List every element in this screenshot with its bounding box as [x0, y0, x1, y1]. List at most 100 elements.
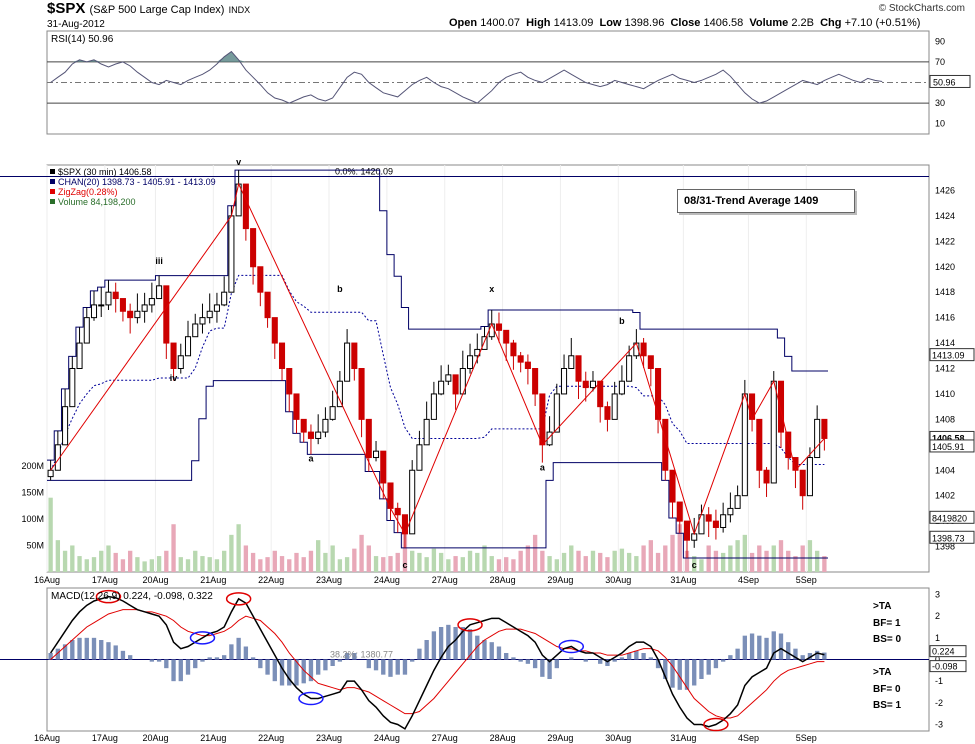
macd-histogram-bar: [692, 659, 697, 686]
candle-body: [76, 342, 83, 369]
trend-average-annotation: 08/31-Trend Average 1409: [677, 189, 855, 213]
candle-body: [495, 323, 502, 331]
volume-bar: [626, 552, 632, 572]
x-axis-label-bottom: 17Aug: [92, 733, 118, 743]
volume-bar: [742, 534, 748, 572]
price-legend-item: Volume 84,198,200: [58, 197, 136, 207]
price-value-label: 8419820: [932, 513, 967, 523]
macd-histogram-bar: [250, 657, 256, 660]
candle-body: [777, 380, 785, 433]
x-axis-label: 16Aug: [34, 575, 60, 585]
candle-body: [452, 374, 459, 395]
volume-bar: [605, 557, 610, 572]
macd-histogram-bar: [532, 659, 538, 669]
macd-histogram-bar: [410, 659, 415, 662]
candle-body: [62, 406, 69, 446]
candle-body: [119, 298, 126, 312]
x-axis-label: 20Aug: [142, 575, 168, 585]
wave-label: c: [692, 560, 697, 570]
candle-body: [611, 393, 618, 420]
volume-bar: [308, 550, 314, 572]
wave-label: c: [402, 560, 407, 570]
macd-histogram-bar: [749, 633, 755, 660]
volume-bar: [431, 548, 437, 572]
wave-label: v: [236, 157, 241, 167]
macd-histogram-bar: [316, 659, 321, 675]
price-tick-label: 1416: [935, 313, 955, 323]
volume-bar: [77, 556, 82, 572]
volume-bar: [352, 548, 357, 572]
volume-bar: [655, 552, 661, 572]
rsi-legend: RSI(14) 50.96: [51, 34, 114, 45]
macd-histogram-bar: [91, 637, 97, 660]
x-axis-label-bottom: 5Sep: [796, 733, 817, 743]
price-tick-label: 1404: [935, 465, 955, 475]
volume-bar: [504, 557, 509, 572]
volume-bar: [388, 556, 393, 572]
macd-histogram-bar: [648, 657, 653, 660]
macd-histogram-bar: [764, 637, 769, 660]
ta-bs-2: BS= 1: [873, 700, 902, 711]
volume-bar: [532, 534, 538, 572]
volume-bar: [70, 545, 75, 572]
x-axis-label-bottom: 28Aug: [490, 733, 516, 743]
macd-histogram-bar: [431, 631, 437, 660]
candle-body: [734, 495, 741, 509]
candle-body: [553, 393, 560, 433]
macd-histogram-bar: [366, 659, 371, 669]
volume-bar: [207, 557, 212, 572]
candle-body: [228, 215, 235, 293]
volume-bar: [424, 557, 429, 572]
volume-bar: [301, 557, 306, 572]
candle-body: [770, 380, 777, 484]
wave-label: x: [489, 284, 494, 294]
volume-bar: [222, 550, 227, 572]
price-tick-label: 1414: [935, 338, 955, 348]
volume-tick-label: 200M: [21, 461, 44, 471]
candle-body: [582, 380, 589, 389]
candle-body: [365, 418, 372, 459]
price-legend-item: CHAN(20) 1398.73 - 1405.91 - 1413.09: [58, 177, 216, 187]
volume-bar: [185, 559, 191, 572]
x-axis-label-bottom: 29Aug: [547, 733, 573, 743]
price-tick-label: 1418: [935, 287, 955, 297]
macd-histogram-bar: [713, 659, 719, 669]
macd-histogram-bar: [113, 645, 118, 660]
macd-histogram-bar: [453, 627, 458, 660]
x-axis-label: 24Aug: [374, 575, 400, 585]
macd-histogram-bar: [583, 659, 588, 662]
rsi-tick-label: 10: [935, 119, 945, 129]
candle-body: [727, 507, 734, 516]
candle-body: [821, 418, 828, 439]
candle-body: [278, 342, 286, 369]
candle-body: [329, 406, 336, 420]
candle-body: [286, 368, 293, 395]
macd-histogram-bar: [373, 659, 379, 671]
legend-swatch: [50, 199, 55, 204]
price-value-label: 1413.09: [932, 351, 965, 361]
volume-bar: [453, 556, 458, 572]
candle-body: [192, 323, 199, 338]
candle-body: [814, 418, 821, 459]
volume-bar: [482, 545, 487, 572]
volume-bar: [149, 559, 155, 572]
volume-bar: [728, 545, 733, 572]
macd-histogram-bar: [800, 655, 805, 660]
candle-body: [322, 418, 329, 433]
price-tick-label: 1426: [935, 185, 955, 195]
macd-histogram-bar: [496, 646, 502, 660]
volume-bar: [583, 556, 588, 572]
price-tick-label: 1420: [935, 262, 955, 272]
volume-bar: [467, 550, 473, 572]
x-axis-label: 21Aug: [200, 575, 226, 585]
volume-bar: [778, 540, 784, 572]
candle-body: [394, 507, 401, 516]
volume-bar: [164, 550, 169, 572]
x-axis-label: 4Sep: [738, 575, 759, 585]
wave-label: b: [337, 284, 343, 294]
candle-body: [127, 310, 134, 319]
macd-histogram-bar: [171, 659, 176, 682]
wave-label: b: [619, 316, 625, 326]
candle-body: [575, 355, 582, 382]
volume-bar: [540, 550, 545, 572]
